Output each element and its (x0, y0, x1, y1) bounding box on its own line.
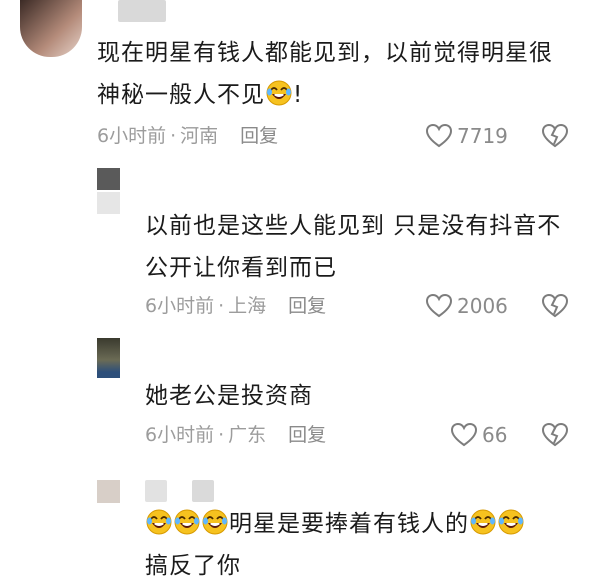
laughing-crying-emoji-icon (498, 509, 524, 535)
heart-outline-icon (450, 421, 478, 449)
reply-button[interactable]: 回复 (240, 125, 278, 147)
location: 广东 (228, 424, 267, 446)
broken-heart-icon[interactable] (541, 122, 569, 150)
like-count: 66 (482, 423, 508, 447)
laughing-crying-emoji-icon (470, 509, 496, 535)
timestamp: 6小时前 (145, 295, 215, 317)
avatar[interactable] (97, 338, 120, 378)
avatar[interactable] (20, 0, 82, 57)
comment-meta: 6小时前 · 上海 回复 (145, 292, 326, 320)
broken-heart-icon[interactable] (541, 292, 569, 320)
separator-dot: · (218, 295, 225, 317)
like-count: 7719 (457, 124, 508, 148)
timestamp: 6小时前 (145, 424, 215, 446)
username-blurred[interactable] (192, 480, 214, 502)
avatar[interactable] (97, 168, 120, 214)
comment-line: 神秘一般人不见! (97, 80, 304, 108)
username-blurred[interactable] (145, 480, 167, 502)
comment-line: 公开让你看到而已 (145, 255, 337, 281)
comment-line: 搞反了你 (145, 553, 241, 579)
laughing-crying-emoji-icon (202, 509, 228, 535)
comment-meta: 6小时前 · 广东 回复 (145, 421, 326, 449)
like-button[interactable]: 2006 (425, 292, 508, 320)
laughing-crying-emoji-icon (146, 509, 172, 535)
avatar[interactable] (97, 480, 120, 503)
comment-line: 明星是要捧着有钱人的 (145, 503, 525, 545)
like-button[interactable]: 7719 (425, 122, 508, 150)
comment-meta: 6小时前 · 河南 回复 (97, 122, 278, 150)
separator-dot: · (218, 424, 225, 446)
reply-button[interactable]: 回复 (288, 295, 326, 317)
location: 河南 (180, 125, 219, 147)
heart-outline-icon (425, 292, 453, 320)
username-blurred[interactable] (118, 0, 166, 22)
laughing-crying-emoji-icon (266, 80, 292, 106)
comment-text: 现在明星有钱人都能见到，以前觉得明星很 神秘一般人不见! (97, 32, 553, 116)
comment-text: 她老公是投资商 (145, 375, 313, 417)
comment-text: 明星是要捧着有钱人的 搞反了你 (145, 503, 525, 587)
comment-text: 以前也是这些人能见到 只是没有抖音不 公开让你看到而已 (145, 205, 561, 289)
laughing-crying-emoji-icon (174, 509, 200, 535)
heart-outline-icon (425, 122, 453, 150)
separator-dot: · (170, 125, 177, 147)
broken-heart-icon[interactable] (541, 421, 569, 449)
location: 上海 (228, 295, 267, 317)
like-count: 2006 (457, 294, 508, 318)
comment-line: 她老公是投资商 (145, 383, 313, 409)
timestamp: 6小时前 (97, 125, 167, 147)
comment-line: 现在明星有钱人都能见到，以前觉得明星很 (97, 40, 553, 66)
like-button[interactable]: 66 (450, 421, 507, 449)
comment-line: 以前也是这些人能见到 只是没有抖音不 (145, 213, 562, 239)
reply-button[interactable]: 回复 (288, 424, 326, 446)
